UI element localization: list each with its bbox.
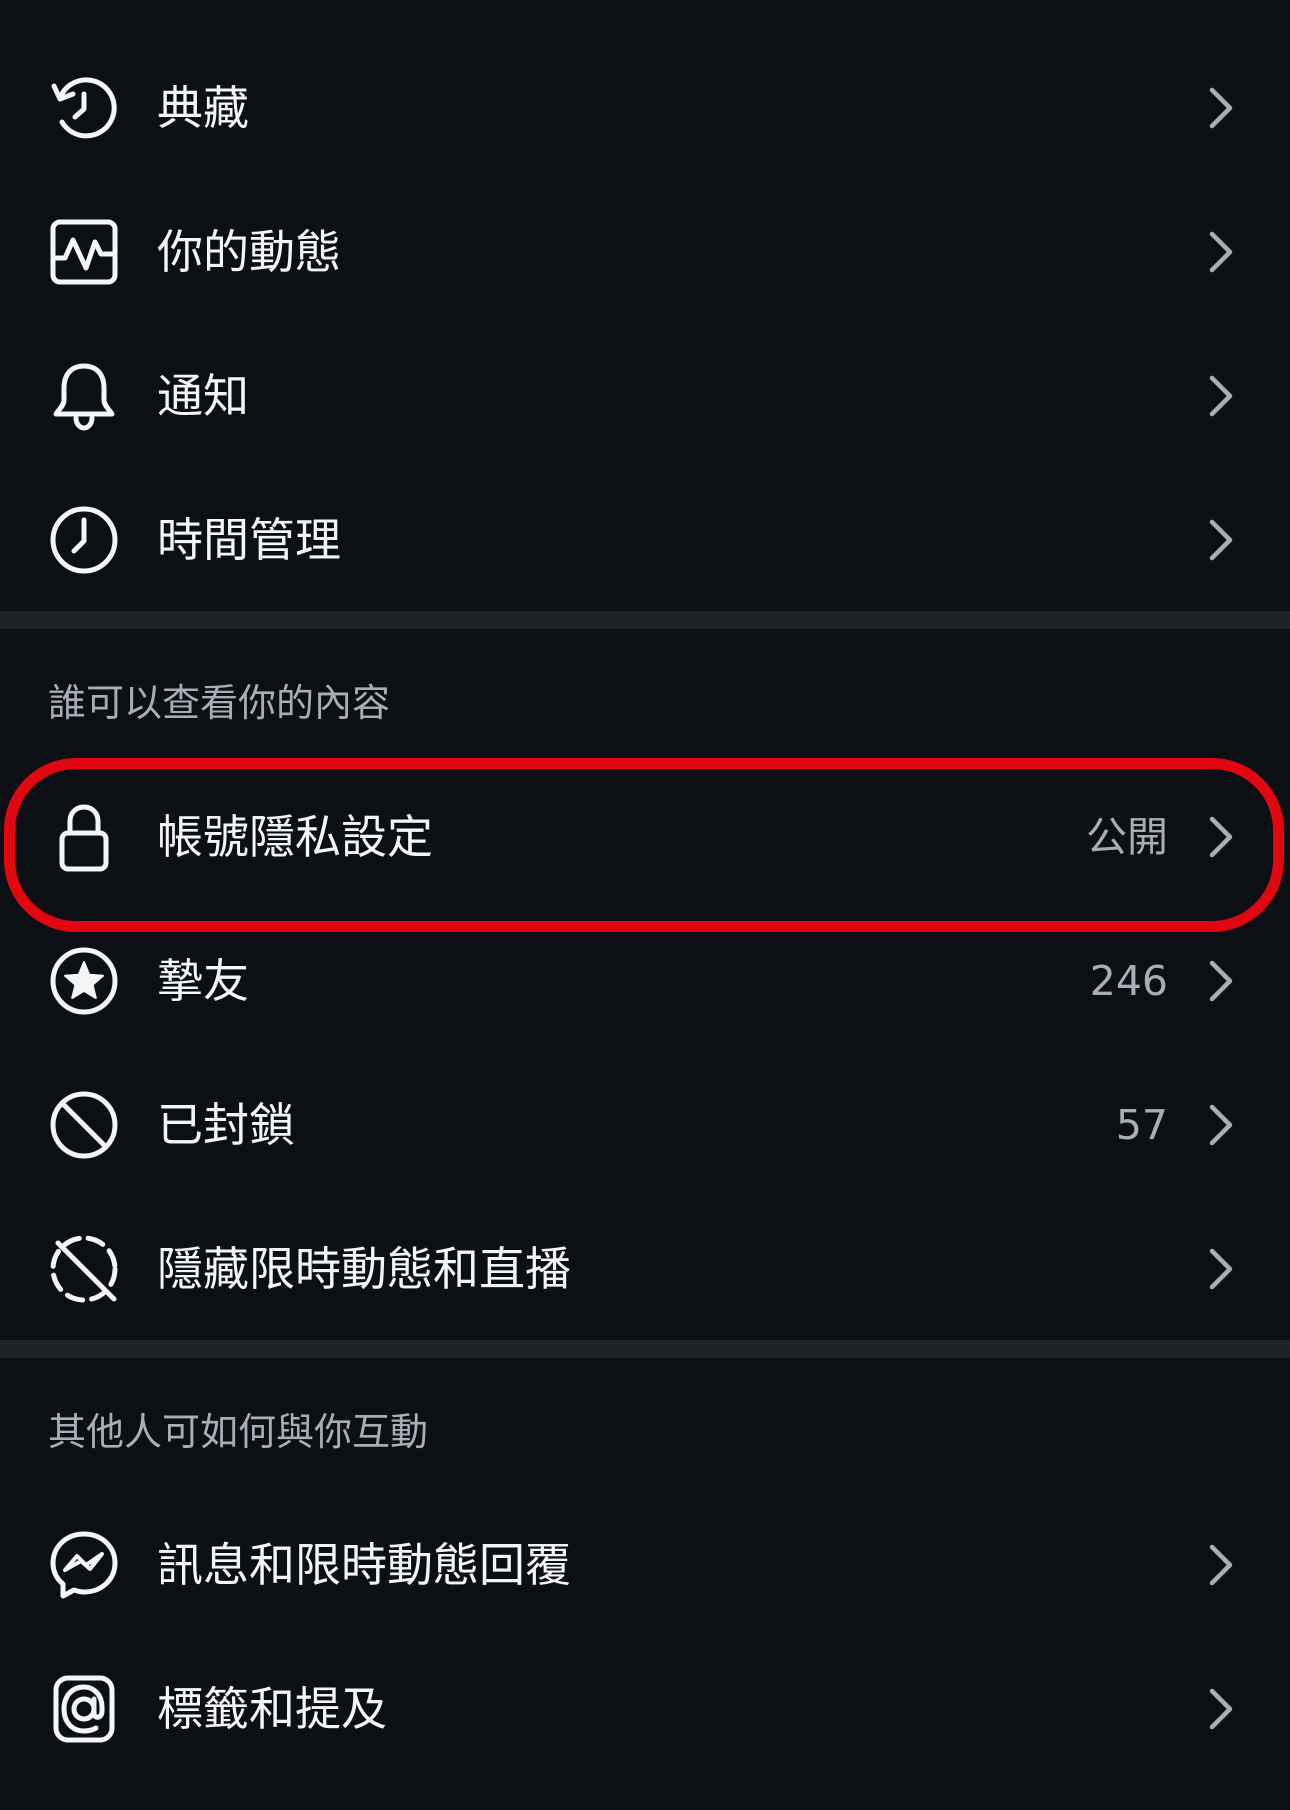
menu-row-close-friends[interactable]: 摯友 246 bbox=[0, 909, 1290, 1053]
chevron-right-icon bbox=[1200, 1245, 1240, 1293]
activity-icon bbox=[48, 216, 120, 288]
section-divider bbox=[0, 1340, 1290, 1358]
blocked-icon bbox=[48, 1089, 120, 1161]
menu-row-label: 隱藏限時動態和直播 bbox=[157, 1242, 571, 1296]
menu-row-label: 已封鎖 bbox=[157, 1098, 295, 1152]
menu-row-label: 時間管理 bbox=[157, 513, 341, 567]
clock-icon bbox=[48, 504, 120, 576]
menu-row-notifications[interactable]: 通知 bbox=[0, 324, 1290, 468]
menu-row-account-privacy[interactable]: 帳號隱私設定 公開 bbox=[0, 765, 1290, 909]
close-friends-count: 246 bbox=[1089, 957, 1168, 1005]
menu-row-label: 標籤和提及 bbox=[157, 1682, 387, 1736]
lock-icon bbox=[48, 801, 120, 873]
hide-story-icon bbox=[48, 1233, 120, 1305]
section-header-interaction: 其他人可如何與你互動 bbox=[48, 1410, 429, 1454]
chevron-right-icon bbox=[1200, 228, 1240, 276]
blocked-count: 57 bbox=[1115, 1101, 1168, 1149]
menu-row-label: 訊息和限時動態回覆 bbox=[157, 1538, 571, 1592]
menu-row-archive[interactable]: 典藏 bbox=[0, 36, 1290, 180]
menu-row-label: 通知 bbox=[157, 369, 249, 423]
at-sign-icon bbox=[48, 1673, 120, 1745]
menu-row-label: 摯友 bbox=[157, 954, 249, 1008]
privacy-status-value: 公開 bbox=[1086, 813, 1168, 861]
menu-row-messages[interactable]: 訊息和限時動態回覆 bbox=[0, 1493, 1290, 1637]
chevron-right-icon bbox=[1200, 813, 1240, 861]
menu-row-blocked[interactable]: 已封鎖 57 bbox=[0, 1053, 1290, 1197]
menu-row-label: 帳號隱私設定 bbox=[157, 810, 433, 864]
bell-icon bbox=[48, 360, 120, 432]
menu-row-tags[interactable]: 標籤和提及 bbox=[0, 1637, 1290, 1781]
chevron-right-icon bbox=[1200, 1685, 1240, 1733]
archive-history-icon bbox=[48, 72, 120, 144]
section-divider bbox=[0, 611, 1290, 629]
chevron-right-icon bbox=[1200, 957, 1240, 1005]
chevron-right-icon bbox=[1200, 1541, 1240, 1589]
chevron-right-icon bbox=[1200, 84, 1240, 132]
menu-row-label: 你的動態 bbox=[157, 225, 341, 279]
chevron-right-icon bbox=[1200, 516, 1240, 564]
messenger-icon bbox=[48, 1529, 120, 1601]
star-icon bbox=[48, 945, 120, 1017]
chevron-right-icon bbox=[1200, 1101, 1240, 1149]
menu-row-hide-story[interactable]: 隱藏限時動態和直播 bbox=[0, 1197, 1290, 1341]
menu-row-label: 典藏 bbox=[157, 81, 249, 135]
chevron-right-icon bbox=[1200, 372, 1240, 420]
section-header-visibility: 誰可以查看你的內容 bbox=[48, 681, 391, 725]
menu-row-your-activity[interactable]: 你的動態 bbox=[0, 180, 1290, 324]
menu-row-time-management[interactable]: 時間管理 bbox=[0, 468, 1290, 612]
